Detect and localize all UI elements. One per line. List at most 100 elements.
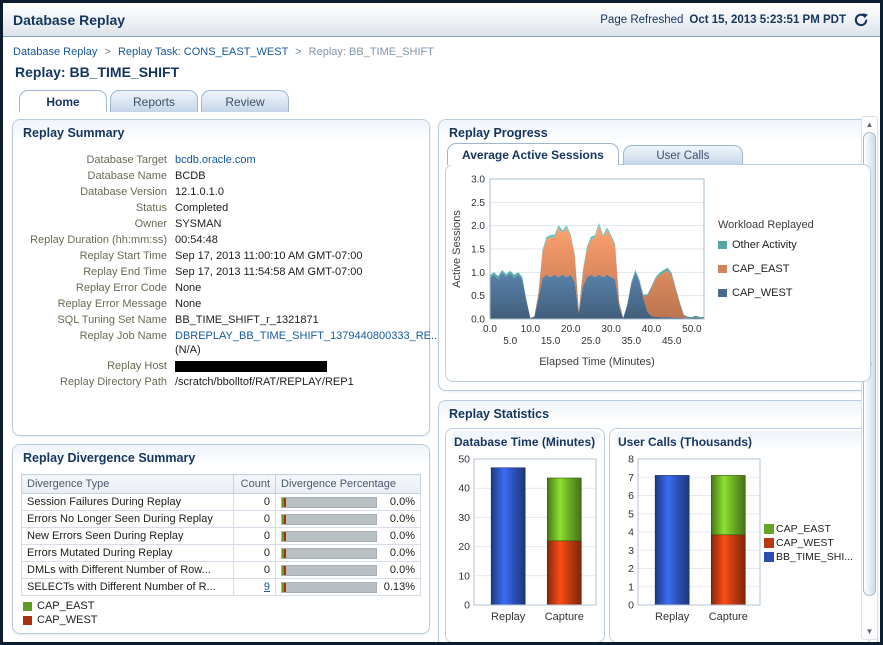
svg-text:0.5: 0.5 <box>471 291 485 302</box>
divergence-count: 0 <box>233 527 276 545</box>
svg-text:2: 2 <box>628 563 634 575</box>
tab-review[interactable]: Review <box>201 90 289 112</box>
breadcrumb-separator: > <box>104 46 111 58</box>
breadcrumb-current: Replay: BB_TIME_SHIFT <box>308 46 434 58</box>
active-sessions-chart-box: 0.0 0.5 1.0 1.5 2.0 2.5 3.0 0.0 5.0 10.0 15.0 20.0 2… <box>445 164 871 382</box>
replay-summary-title: Replay Summary <box>13 120 429 143</box>
statistics-legend: CAP_EAST CAP_WEST BB_TIME_SHI... <box>764 522 853 564</box>
svg-text:Replay: Replay <box>491 611 526 623</box>
divergence-type: Errors No Longer Seen During Replay <box>21 510 234 528</box>
right-column: Replay Progress Average Active Sessions … <box>438 119 878 642</box>
database-target-link[interactable]: bcdb.oracle.com <box>175 154 256 166</box>
other-activity-swatch <box>718 241 727 249</box>
svg-text:Elapsed Time (Minutes): Elapsed Time (Minutes) <box>539 356 655 368</box>
field-label: Database Target <box>86 154 167 166</box>
field-value: BCDB <box>175 170 206 182</box>
svg-text:15.0: 15.0 <box>541 336 561 347</box>
svg-text:2.5: 2.5 <box>471 198 485 209</box>
svg-text:Active Sessions: Active Sessions <box>451 210 463 288</box>
field-label: Replay Host <box>107 360 167 372</box>
replay-host-redacted <box>175 360 327 372</box>
cap-west-swatch <box>764 538 774 548</box>
svg-text:1: 1 <box>628 581 634 593</box>
table-row: Errors No Longer Seen During Replay 0 0.… <box>21 510 421 528</box>
progress-subtabs: Average Active Sessions User Calls <box>439 143 877 165</box>
tab-user-calls[interactable]: User Calls <box>622 145 743 165</box>
table-row: DMLs with Different Number of Row... 0 0… <box>21 561 421 579</box>
field-label: Replay Start Time <box>79 250 167 262</box>
svg-text:1.0: 1.0 <box>471 268 485 279</box>
scroll-up-icon[interactable]: ▲ <box>862 117 877 132</box>
legend-label: BB_TIME_SHI... <box>776 551 854 563</box>
divergence-legend: CAP_EAST CAP_WEST <box>21 596 421 629</box>
replay-job-suffix: (N/A) <box>175 344 201 356</box>
user-calls-title: User Calls (Thousands) <box>614 431 870 451</box>
svg-text:30.0: 30.0 <box>601 324 621 335</box>
field-label: SQL Tuning Set Name <box>57 314 167 326</box>
cap-east-swatch <box>764 524 774 534</box>
page-refreshed-time: Oct 15, 2013 5:23:51 PM PDT <box>689 13 846 26</box>
page-refreshed-label: Page Refreshed <box>600 13 684 26</box>
divergence-count: 0 <box>233 510 276 528</box>
field-value: SYSMAN <box>175 218 222 230</box>
database-time-bar-chart: 0 10 20 30 40 50 Replay Capture <box>458 454 597 623</box>
legend-label: CAP_WEST <box>732 287 793 299</box>
main-tabs: Home Reports Review <box>3 87 880 112</box>
field-value: 12.1.0.1.0 <box>175 186 224 198</box>
breadcrumb-replay-task[interactable]: Replay Task: CONS_EAST_WEST <box>118 46 288 58</box>
field-value: BB_TIME_SHIFT_r_1321871 <box>175 314 319 326</box>
svg-text:40: 40 <box>458 483 470 495</box>
database-time-title: Database Time (Minutes) <box>450 431 602 451</box>
refresh-icon[interactable] <box>852 11 870 29</box>
breadcrumb-database-replay[interactable]: Database Replay <box>13 46 97 58</box>
svg-text:6: 6 <box>628 490 634 502</box>
svg-text:50.0: 50.0 <box>682 324 702 335</box>
database-replay-window: Database Replay Page Refreshed Oct 15, 2… <box>0 0 883 645</box>
replay-progress-panel: Replay Progress Average Active Sessions … <box>438 119 878 391</box>
divergence-count: 0 <box>233 544 276 562</box>
legend-title: Workload Replayed <box>718 219 814 231</box>
svg-text:35.0: 35.0 <box>622 336 642 347</box>
percentage-value: 0.0% <box>389 496 415 508</box>
tab-reports[interactable]: Reports <box>110 90 198 112</box>
cap-east-swatch <box>23 601 32 611</box>
svg-text:50: 50 <box>458 454 470 466</box>
database-time-chart-box: Database Time (Minutes) 0 10 20 30 40 50 Repla… <box>445 428 605 642</box>
divergence-table: Divergence Type Count Divergence Percent… <box>21 474 421 596</box>
field-label: Replay Error Message <box>57 298 167 310</box>
tab-average-active-sessions[interactable]: Average Active Sessions <box>447 143 619 165</box>
page-refreshed-area: Page Refreshed Oct 15, 2013 5:23:51 PM P… <box>600 11 870 29</box>
svg-text:45.0: 45.0 <box>662 336 682 347</box>
percentage-value: 0.13% <box>383 581 415 593</box>
svg-text:5.0: 5.0 <box>503 336 517 347</box>
breadcrumb: Database Replay > Replay Task: CONS_EAST… <box>3 37 880 60</box>
divergence-type: Errors Mutated During Replay <box>21 544 234 562</box>
svg-text:1.5: 1.5 <box>471 245 485 256</box>
field-label: Owner <box>134 218 167 230</box>
legend-label: CAP_WEST <box>37 614 98 626</box>
replay-summary-body: Database Target bcdb.oracle.com Database… <box>13 143 440 395</box>
scroll-down-icon[interactable]: ▼ <box>862 624 877 639</box>
svg-text:3: 3 <box>628 545 634 557</box>
replay-statistics-title: Replay Statistics <box>439 401 877 424</box>
field-label: Database Version <box>80 186 167 198</box>
percentage-bar <box>281 530 377 542</box>
svg-text:2.0: 2.0 <box>471 221 485 232</box>
cap-east-swatch <box>718 265 727 273</box>
legend-label: CAP_WEST <box>776 537 834 549</box>
percentage-bar <box>281 564 377 576</box>
field-label: Replay Directory Path <box>60 376 167 388</box>
percentage-value: 0.0% <box>389 513 415 525</box>
svg-text:Replay: Replay <box>655 611 690 623</box>
select-divergence-count-link[interactable]: 9 <box>264 581 270 593</box>
percentage-bar <box>281 547 377 559</box>
svg-text:3.0: 3.0 <box>471 175 485 186</box>
svg-text:Capture: Capture <box>545 611 584 623</box>
cap-west-swatch <box>718 289 727 297</box>
replay-job-link[interactable]: DBREPLAY_BB_TIME_SHIFT_1379440800333_RE.… <box>175 330 440 342</box>
percentage-value: 0.0% <box>389 564 415 576</box>
table-row: New Errors Seen During Replay 0 0.0% <box>21 527 421 545</box>
tab-home[interactable]: Home <box>19 90 107 112</box>
divergence-type: SELECTs with Different Number of R... <box>21 578 234 596</box>
content-area: Replay Summary Database Target bcdb.orac… <box>3 112 880 642</box>
